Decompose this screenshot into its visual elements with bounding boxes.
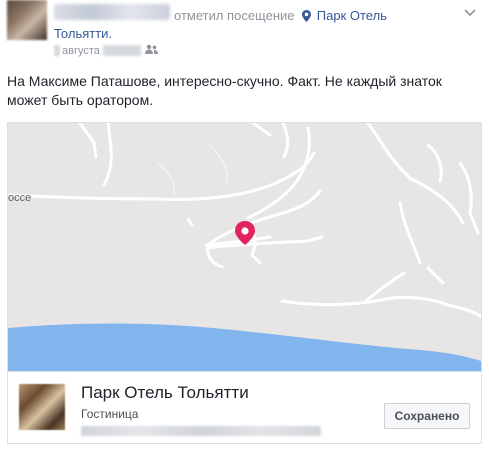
checkin-place-link-continued[interactable]: Тольятти. — [54, 26, 112, 41]
post-header-line: отметил посещение Парк Отель — [174, 8, 387, 25]
location-pin-icon — [302, 10, 312, 25]
date-time-redacted — [102, 45, 141, 56]
place-name[interactable]: Парк Отель Тольятти — [81, 383, 249, 403]
friends-icon[interactable] — [144, 44, 158, 57]
author-avatar[interactable] — [7, 0, 47, 40]
map[interactable]: оссе — [8, 123, 481, 371]
checkin-place-link[interactable]: Парк Отель — [317, 8, 387, 23]
checkin-action-text: отметил посещение — [174, 8, 295, 23]
post-text: На Максиме Паташове, интересно-скучно. Ф… — [7, 73, 442, 108]
place-thumbnail[interactable] — [19, 384, 65, 430]
date-day-redacted — [54, 45, 60, 56]
post-meta: августа — [54, 44, 158, 57]
place-card[interactable]: оссе Парк Отель Тольятти Гостиница Сохра… — [7, 122, 482, 444]
map-canvas[interactable] — [8, 123, 481, 371]
post-date[interactable]: августа — [62, 45, 100, 57]
saved-button[interactable]: Сохранено — [384, 403, 470, 429]
place-address-redacted — [81, 426, 321, 436]
place-info[interactable]: Парк Отель Тольятти Гостиница Сохранено — [8, 371, 481, 444]
map-road-label: оссе — [8, 192, 32, 204]
chevron-down-icon[interactable] — [464, 4, 476, 20]
place-category: Гостиница — [81, 407, 139, 421]
author-name[interactable] — [54, 4, 170, 20]
